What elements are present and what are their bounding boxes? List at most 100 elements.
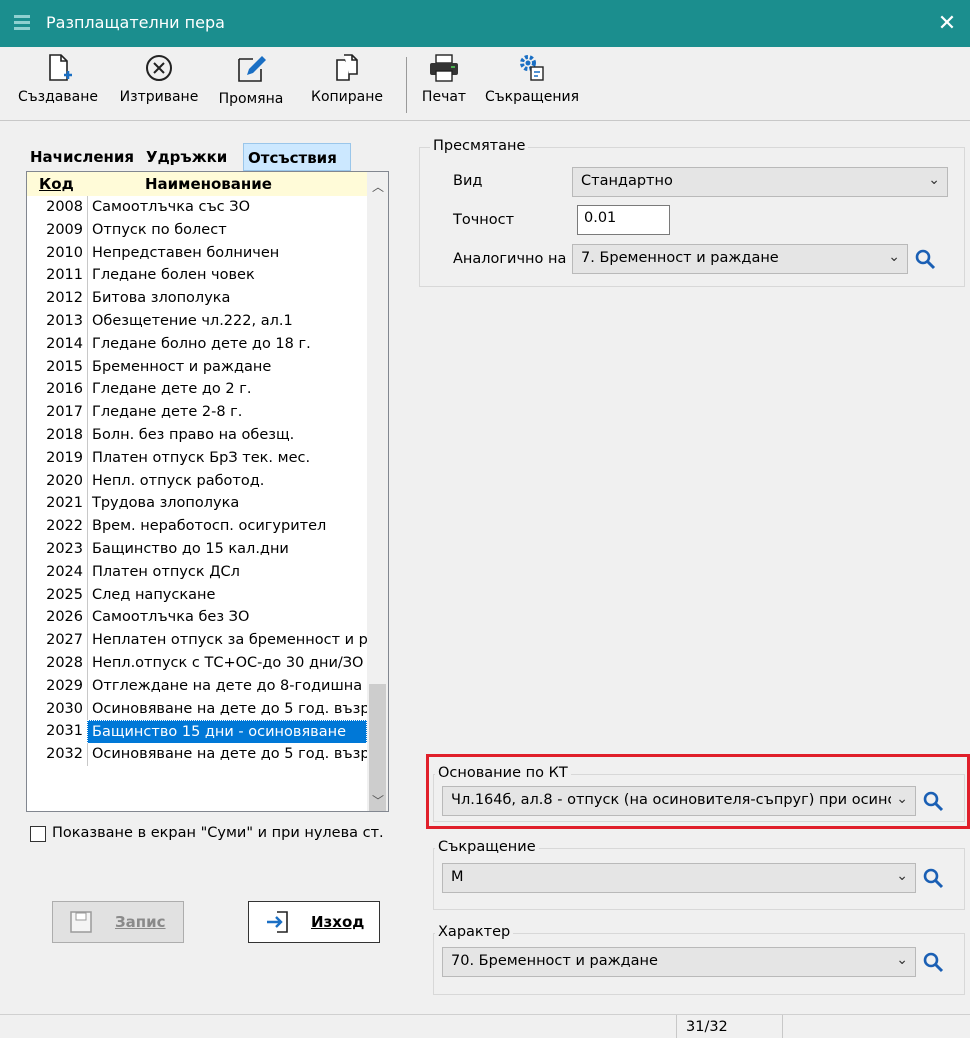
delete-button[interactable]: Изтриване — [114, 53, 204, 117]
list-item[interactable]: 2020 Непл. отпуск работод. — [27, 469, 367, 493]
precision-input[interactable]: 0.01 — [577, 205, 670, 235]
character-select[interactable]: 70. Бременност и раждане ⌄ — [442, 947, 916, 977]
list-item-code: 2027 — [46, 632, 83, 649]
list-item-code: 2009 — [46, 221, 83, 238]
search-icon[interactable] — [922, 951, 944, 973]
list-item[interactable]: 2012 Битова злополука — [27, 287, 367, 310]
list-item[interactable]: 2008 Самоотлъчка със ЗО — [27, 196, 367, 219]
new-document-icon — [49, 54, 72, 81]
create-button[interactable]: Създаване — [10, 53, 106, 117]
character-value: 70. Бременност и раждане — [451, 953, 658, 969]
list-item-code: 2011 — [46, 267, 83, 284]
list-item[interactable]: 2028 Непл.отпуск с ТС+ОС-до 30 дни/ЗО — [27, 651, 367, 675]
print-button[interactable]: Печат — [414, 53, 474, 117]
list-item[interactable]: 2023 Бащинство до 15 кал.дни — [27, 537, 367, 561]
chevron-down-icon[interactable]: ⌄ — [896, 952, 908, 968]
status-pane-divider — [676, 1015, 677, 1038]
exit-button[interactable]: Изход — [248, 901, 380, 943]
settings-gear-icon — [520, 55, 544, 81]
list-item-name: Платен отпуск БрЗ тек. мес. — [87, 446, 367, 470]
printer-icon — [430, 54, 458, 82]
list-scrollbar[interactable]: ︿ ﹀ — [367, 172, 388, 811]
list-item-code: 2013 — [46, 312, 83, 329]
list-item[interactable]: 2011 Гледане болен човек — [27, 264, 367, 288]
tab-accruals[interactable]: Начисления — [26, 143, 138, 171]
list-header: Код Наименование — [27, 172, 367, 196]
status-bar: 31/32 — [0, 1014, 970, 1038]
list-item[interactable]: 2032 Осиновяване на дете до 5 год. възр — [27, 743, 367, 766]
list-item-code: 2020 — [46, 472, 83, 489]
list-item[interactable]: 2031 Бащинство 15 дни - осиновяване — [27, 720, 367, 744]
abbreviation-group-title: Съкращение — [435, 839, 539, 855]
type-select[interactable]: Стандартно ⌄ — [572, 167, 948, 197]
chevron-down-icon[interactable]: ⌄ — [928, 172, 940, 188]
list-item[interactable]: 2029 Отглеждане на дете до 8-годишна в — [27, 674, 367, 698]
list-item[interactable]: 2027 Неплатен отпуск за бременност и р — [27, 629, 367, 652]
list-item-name: Непл. отпуск работод. — [87, 469, 367, 493]
app-icon — [14, 15, 30, 31]
abbreviation-select[interactable]: М ⌄ — [442, 863, 916, 893]
show-in-sums-checkbox[interactable] — [30, 826, 46, 842]
list-item-name: Самоотлъчка със ЗО — [87, 196, 367, 219]
highlight-box — [426, 754, 970, 829]
tab-deductions[interactable]: Удръжки — [142, 143, 231, 171]
list-item-name: Обезщетение чл.222, ал.1 — [87, 309, 367, 333]
precision-label: Точност — [453, 212, 515, 228]
list-item[interactable]: 2021 Трудова злополука — [27, 492, 367, 516]
list-item-code: 2010 — [46, 244, 83, 261]
list-item[interactable]: 2017 Гледане дете 2-8 г. — [27, 401, 367, 424]
list-item-code: 2022 — [46, 518, 83, 535]
list-item-name: Отпуск по болест — [87, 218, 367, 242]
list-item-code: 2028 — [46, 654, 83, 671]
search-icon[interactable] — [914, 248, 936, 270]
chevron-down-icon[interactable]: ⌄ — [896, 868, 908, 884]
list-item[interactable]: 2019 Платен отпуск БрЗ тек. мес. — [27, 446, 367, 470]
column-name-header[interactable]: Наименование — [145, 175, 272, 193]
payment-items-list[interactable]: Код Наименование 2008 Самоотлъчка със ЗО 2… — [26, 171, 389, 812]
list-item[interactable]: 2022 Врем. неработосп. осигурител — [27, 515, 367, 538]
list-item[interactable]: 2030 Осиновяване на дете до 5 год. възр — [27, 697, 367, 721]
analog-select-value: 7. Бременност и раждане — [581, 250, 779, 266]
save-button[interactable]: Запис — [52, 901, 184, 943]
chevron-down-icon[interactable]: ⌄ — [888, 249, 900, 265]
type-label: Вид — [453, 173, 483, 189]
calculation-group: Пресмятане Вид Стандартно ⌄ Точност 0.01… — [419, 138, 965, 287]
print-label: Печат — [421, 89, 467, 105]
close-icon[interactable]: ✕ — [924, 0, 970, 47]
list-item-name: Неплатен отпуск за бременност и р — [87, 629, 367, 652]
list-item[interactable]: 2010 Непредставен болничен — [27, 241, 367, 265]
title-bar: Разплащателни пера ✕ — [0, 0, 970, 47]
list-item[interactable]: 2014 Гледане болно дете до 18 г. — [27, 332, 367, 356]
list-item[interactable]: 2016 Гледане дете до 2 г. — [27, 378, 367, 402]
list-item[interactable]: 2009 Отпуск по болест — [27, 218, 367, 242]
scroll-down-icon[interactable]: ﹀ — [372, 792, 384, 809]
list-item-name: Гледане болно дете до 18 г. — [87, 332, 367, 356]
list-item[interactable]: 2013 Обезщетение чл.222, ал.1 — [27, 309, 367, 333]
abbreviations-button[interactable]: Съкращения — [478, 53, 586, 117]
list-item[interactable]: 2018 Болн. без право на обезщ. — [27, 423, 367, 447]
list-item[interactable]: 2025 След напускане — [27, 583, 367, 607]
scroll-up-icon[interactable]: ︿ — [372, 178, 384, 195]
column-code-header[interactable]: Код — [39, 175, 74, 193]
list-item[interactable]: 2026 Самоотлъчка без ЗО — [27, 606, 367, 630]
list-item-name: Болн. без право на обезщ. — [87, 423, 367, 447]
search-icon[interactable] — [922, 867, 944, 889]
copy-button[interactable]: Копиране — [298, 53, 396, 117]
edit-button[interactable]: Промяна — [210, 53, 292, 117]
exit-arrow-icon — [267, 911, 288, 933]
window-title: Разплащателни пера — [46, 13, 225, 32]
list-item[interactable]: 2015 Бременност и раждане — [27, 355, 367, 379]
list-item-code: 2012 — [46, 290, 83, 307]
list-item-name: Отглеждане на дете до 8-годишна в — [87, 674, 367, 698]
show-in-sums-label: Показване в екран "Суми" и при нулева ст… — [52, 825, 384, 841]
list-item-name: Платен отпуск ДСл — [87, 560, 367, 584]
type-select-value: Стандартно — [581, 173, 673, 189]
tab-absences[interactable]: Отсъствия — [243, 143, 351, 171]
list-item-name: Самоотлъчка без ЗО — [87, 606, 367, 630]
list-item[interactable]: 2024 Платен отпуск ДСл — [27, 560, 367, 584]
create-label: Създаване — [18, 89, 98, 105]
analog-select[interactable]: 7. Бременност и раждане ⌄ — [572, 244, 908, 274]
list-item-code: 2026 — [46, 609, 83, 626]
list-body: 2008 Самоотлъчка със ЗО 2009 Отпуск по боле… — [27, 196, 367, 766]
analog-label: Аналогично на — [453, 251, 567, 267]
